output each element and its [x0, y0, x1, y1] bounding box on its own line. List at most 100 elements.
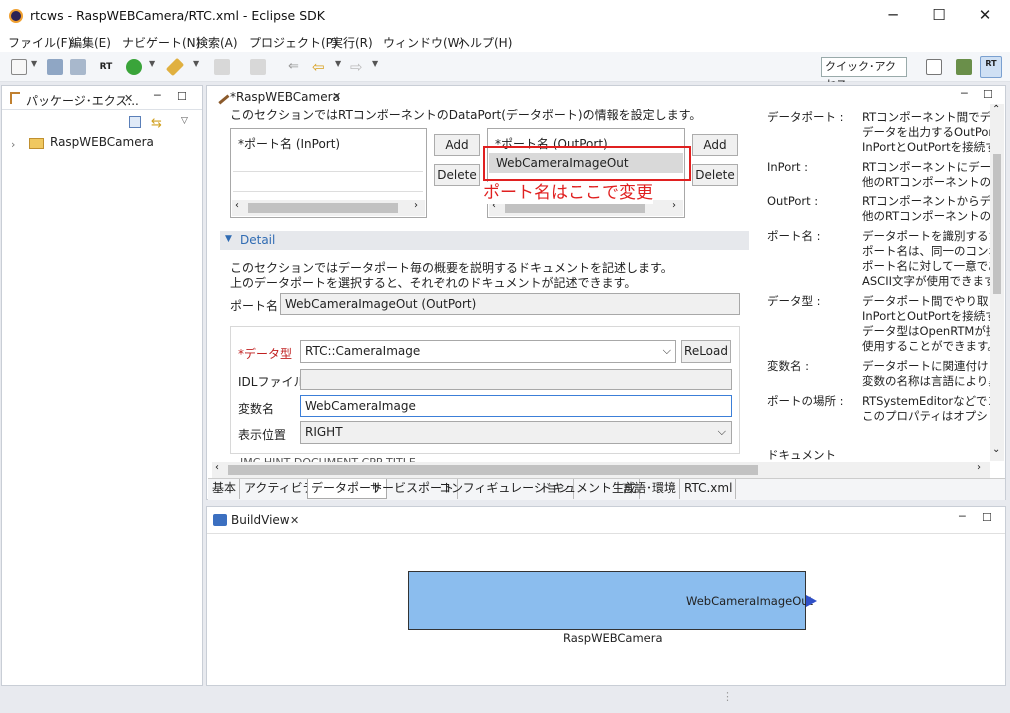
maximize-button[interactable]: ☐	[916, 0, 962, 32]
minimize-button[interactable]: ─	[870, 0, 916, 32]
view-menu-icon[interactable]: ▽	[181, 116, 188, 126]
buildview-maximize-icon[interactable]: ☐	[982, 511, 992, 524]
scroll-right-icon[interactable]: ›	[977, 462, 981, 473]
scroll-right-icon[interactable]: ›	[672, 200, 676, 211]
save-icon[interactable]	[47, 59, 63, 75]
hscroll-thumb[interactable]	[228, 465, 758, 475]
chevron-down-icon: ⌵	[717, 425, 726, 438]
close-button[interactable]: ✕	[962, 0, 1008, 32]
help-term: ドキュメント	[767, 448, 836, 461]
run-dropdown-icon[interactable]: ▼	[149, 59, 155, 68]
menu-navigate[interactable]: ナビゲート(N)	[122, 34, 200, 51]
link-editor-icon[interactable]: ⇆	[151, 116, 162, 131]
outport-delete-button[interactable]: Delete	[692, 164, 738, 186]
last-edit-icon[interactable]: ⇐	[288, 59, 304, 75]
status-separator-icon: ⋮	[722, 690, 733, 703]
datatype-label: *データ型	[238, 347, 293, 361]
variable-name-input[interactable]: WebCameraImage	[300, 395, 732, 417]
scroll-left-icon[interactable]: ‹	[235, 200, 239, 211]
menu-run[interactable]: 実行(R)	[331, 34, 373, 51]
help-term: データ型 :	[767, 294, 821, 308]
menu-window[interactable]: ウィンドウ(W)	[383, 34, 464, 51]
inport-list-divider	[233, 171, 423, 172]
run-icon[interactable]	[126, 59, 142, 75]
editor-maximize-icon[interactable]: ☐	[983, 88, 993, 101]
explorer-maximize-icon[interactable]: ☐	[177, 90, 187, 103]
scroll-left-icon[interactable]: ‹	[215, 462, 219, 473]
editor-tab-close-icon[interactable]: ✕	[332, 90, 341, 103]
external-tools-icon[interactable]	[165, 57, 185, 77]
tab-language[interactable]: 言語･環境	[619, 479, 681, 499]
explorer-tab[interactable]: パッケージ･エクス...	[26, 92, 139, 109]
back-dropdown-icon[interactable]: ▼	[335, 59, 341, 68]
title-bar: rtcws - RaspWEBCamera/RTC.xml - Eclipse …	[0, 0, 1010, 32]
tab-rtcxml[interactable]: RTC.xml	[681, 479, 737, 499]
help-text: InPortとOutPortを接続す	[862, 309, 990, 323]
inport-scroll-thumb[interactable]	[248, 203, 398, 213]
package-explorer-icon	[10, 92, 20, 104]
help-term: ポートの場所 :	[767, 394, 844, 408]
annotation-highlight-box	[483, 146, 691, 181]
help-text: RTSystemEditorなどでコン	[862, 394, 990, 408]
datatype-select[interactable]: RTC::CameraImage ⌵	[300, 340, 676, 363]
tree-expand-icon[interactable]: ›	[11, 138, 15, 151]
new-icon[interactable]	[11, 59, 27, 75]
display-position-select[interactable]: RIGHT ⌵	[300, 421, 732, 444]
inport-delete-button[interactable]: Delete	[434, 164, 480, 186]
help-text: RTコンポーネントからデータを	[862, 194, 990, 208]
project-item[interactable]: RaspWEBCamera	[50, 135, 154, 149]
quick-access-input[interactable]: クイック･アクセス	[821, 57, 907, 91]
outport-scroll-thumb[interactable]	[505, 203, 645, 213]
outport-marker-icon[interactable]	[806, 595, 817, 607]
tab-basic[interactable]: 基本	[209, 479, 241, 499]
outport-add-button[interactable]: Add	[692, 134, 738, 156]
inport-add-button[interactable]: Add	[434, 134, 480, 156]
save-all-icon[interactable]	[70, 59, 86, 75]
menu-search[interactable]: 検索(A)	[196, 34, 238, 51]
detail-section-header[interactable]: ▼ Detail	[220, 231, 749, 250]
perspective-rt-icon[interactable]: RT	[980, 56, 1002, 78]
editor-vscrollbar[interactable]: ⌃ ⌄	[990, 104, 1004, 461]
buildview-tab[interactable]: BuildView	[231, 513, 290, 527]
editor-tab[interactable]: *RaspWEBCamera	[230, 90, 340, 104]
back-icon[interactable]: ⇦	[312, 59, 328, 75]
collapse-all-icon[interactable]	[129, 116, 141, 128]
help-term: 変数名 :	[767, 359, 810, 373]
next-annotation-icon[interactable]	[214, 59, 230, 75]
inport-list[interactable]: *ポート名 (InPort) ‹ ›	[230, 128, 427, 218]
prev-annotation-icon[interactable]	[250, 59, 266, 75]
forward-dropdown-icon[interactable]: ▼	[372, 59, 378, 68]
editor-hscrollbar[interactable]: ‹ ›	[212, 462, 990, 478]
editor-minimize-icon[interactable]: ─	[961, 87, 968, 100]
reload-button[interactable]: ReLoad	[681, 340, 731, 363]
inport-hscrollbar[interactable]: ‹ ›	[232, 200, 425, 216]
help-text: 他のRTコンポーネントのOut	[862, 175, 990, 189]
rt-build-icon[interactable]: RT	[98, 59, 114, 75]
explorer-minimize-icon[interactable]: ─	[154, 89, 161, 102]
help-text: データポートに関連付けられ	[862, 359, 990, 373]
help-text: ポート名は、同一のコンポー	[862, 244, 990, 258]
help-pane: データポート : RTコンポーネント間でデータを データを出力するOutPort…	[758, 104, 990, 461]
new-dropdown-icon[interactable]: ▼	[31, 59, 37, 68]
help-text: ASCII文字が使用できます。	[862, 274, 990, 288]
buildview-close-icon[interactable]: ✕	[290, 514, 299, 527]
help-text: このプロパティはオプショナル	[862, 409, 990, 423]
scroll-right-icon[interactable]: ›	[414, 200, 418, 211]
forward-icon[interactable]: ⇨	[350, 59, 366, 75]
port-name-label: ポート名 :	[230, 299, 286, 313]
menu-help[interactable]: ヘルプ(H)	[458, 34, 512, 51]
open-perspective-icon[interactable]	[926, 59, 942, 75]
scroll-up-icon[interactable]: ⌃	[992, 104, 1000, 115]
help-text: 他のRTコンポーネントのInPo	[862, 209, 990, 223]
perspective-java-icon[interactable]	[956, 59, 972, 75]
menu-project[interactable]: プロジェクト(P)	[249, 34, 338, 51]
buildview-minimize-icon[interactable]: ─	[959, 510, 966, 523]
vscroll-thumb[interactable]	[993, 154, 1001, 294]
explorer-close-icon[interactable]: ✕	[124, 92, 133, 105]
help-term: データポート :	[767, 110, 844, 124]
menu-edit[interactable]: 編集(E)	[70, 34, 111, 51]
help-term: ポート名 :	[767, 229, 821, 243]
scroll-down-icon[interactable]: ⌄	[992, 444, 1000, 455]
menu-file[interactable]: ファイル(F)	[8, 34, 72, 51]
tools-dropdown-icon[interactable]: ▼	[193, 59, 199, 68]
